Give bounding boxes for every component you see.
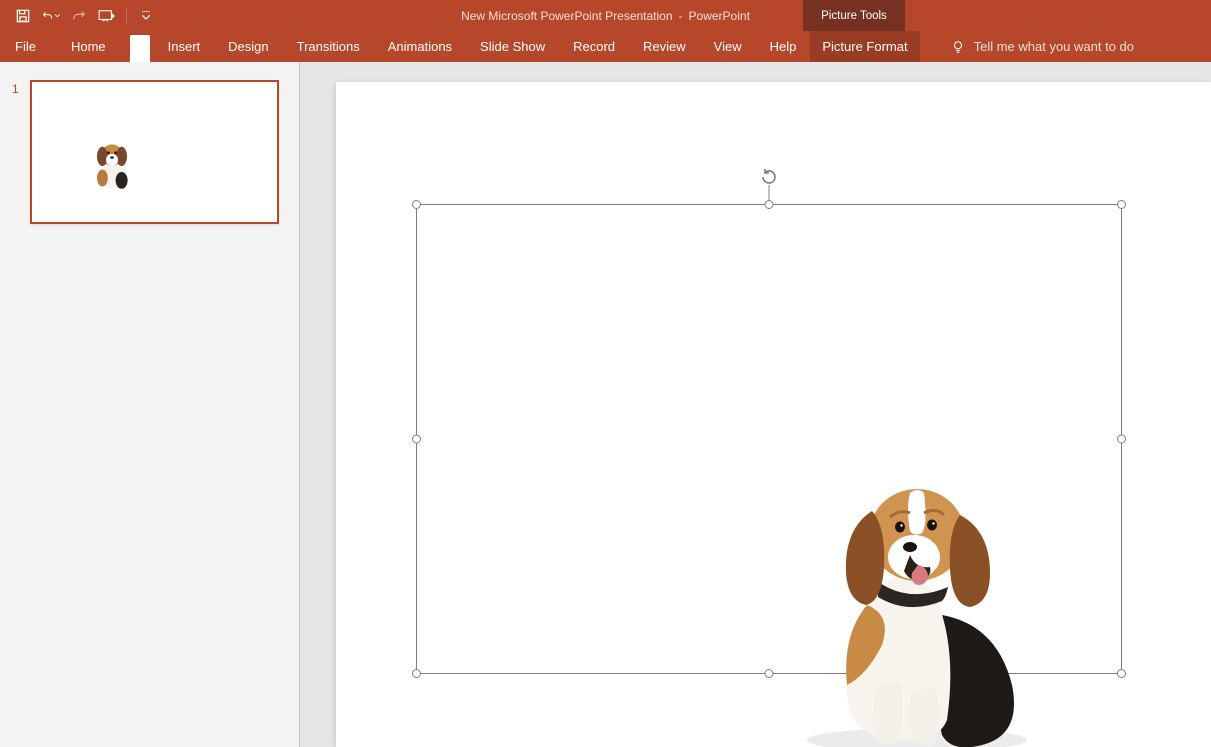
resize-handle-top[interactable] [765,200,774,209]
qat-separator [126,7,127,25]
tell-me-search[interactable]: Tell me what you want to do [936,31,1134,62]
tab-view[interactable]: View [700,31,756,62]
tab-record[interactable]: Record [559,31,629,62]
redo-icon[interactable] [70,7,88,25]
tab-slide-show[interactable]: Slide Show [466,31,559,62]
tab-animations[interactable]: Animations [374,31,466,62]
resize-handle-top-right[interactable] [1117,200,1126,209]
undo-icon[interactable] [42,7,60,25]
resize-handle-bottom[interactable] [765,669,774,678]
work-area: 1 [0,62,1211,747]
thumbnail-dog-image [82,130,142,190]
resize-handle-top-left[interactable] [412,200,421,209]
tab-home[interactable]: Home [51,31,126,62]
tab-highlighted[interactable] [130,35,150,62]
quick-access-toolbar [0,7,155,25]
tell-me-label: Tell me what you want to do [974,39,1134,54]
present-from-start-icon[interactable] [98,7,116,25]
tab-picture-format[interactable]: Picture Format [810,31,919,62]
slide-thumbnail-1[interactable] [30,80,279,224]
resize-handle-left[interactable] [412,435,421,444]
dog-image[interactable] [782,465,1042,747]
tab-help[interactable]: Help [756,31,811,62]
ribbon-spacer [920,31,936,62]
resize-handle-bottom-left[interactable] [412,669,421,678]
slide-thumbnail-pane[interactable]: 1 [0,62,300,747]
save-icon[interactable] [14,7,32,25]
tab-file[interactable]: File [0,31,51,62]
slide-number-1: 1 [12,82,19,96]
title-separator: - [677,9,685,23]
tab-review[interactable]: Review [629,31,700,62]
window-title: New Microsoft PowerPoint Presentation - … [461,9,750,23]
lightbulb-icon [950,39,966,55]
resize-handle-right[interactable] [1117,435,1126,444]
document-name: New Microsoft PowerPoint Presentation [461,9,672,23]
tab-design[interactable]: Design [214,31,282,62]
customize-qat-icon[interactable] [137,7,155,25]
contextual-tab-picture-tools[interactable]: Picture Tools [803,0,905,31]
slide-canvas-area[interactable] [300,62,1211,747]
resize-handle-bottom-right[interactable] [1117,669,1126,678]
selected-picture-bounding-box[interactable] [416,204,1122,674]
rotate-handle-icon[interactable] [759,167,779,187]
tab-insert[interactable]: Insert [154,31,215,62]
context-tab-label: Picture Tools [821,10,887,22]
app-name: PowerPoint [689,9,750,23]
tab-transitions[interactable]: Transitions [283,31,374,62]
title-bar: New Microsoft PowerPoint Presentation - … [0,0,1211,31]
ribbon-tabs: File Home Insert Design Transitions Anim… [0,31,1211,62]
slide-1[interactable] [336,82,1211,747]
